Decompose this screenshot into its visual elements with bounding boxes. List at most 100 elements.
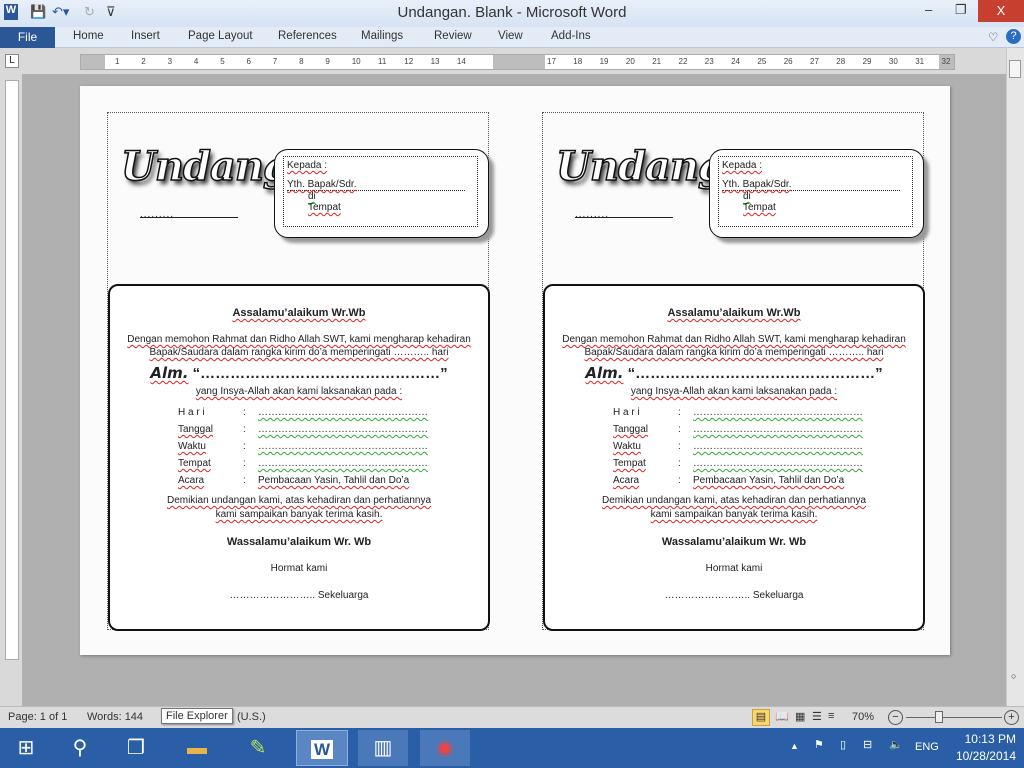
- close-button[interactable]: X: [978, 0, 1024, 22]
- tab-insert[interactable]: Insert: [131, 30, 160, 42]
- window-title: Undangan. Blank - Microsoft Word: [397, 4, 627, 21]
- detail-colon: :: [678, 458, 681, 469]
- tab-home[interactable]: Home: [73, 30, 104, 42]
- word-count[interactable]: Words: 144: [87, 711, 143, 723]
- ruler-number: 27: [810, 57, 819, 66]
- volume-icon[interactable]: 🔈: [889, 738, 903, 751]
- vertical-scrollbar[interactable]: ○: [1006, 48, 1024, 706]
- recipient-box: Kepada : Yth. Bapak/Sdr. di Tempat: [709, 149, 924, 238]
- minimize-button[interactable]: –: [925, 2, 932, 17]
- ruler-number: 24: [731, 57, 740, 66]
- tab-review[interactable]: Review: [434, 30, 472, 42]
- print-layout-icon[interactable]: ▤: [752, 709, 770, 726]
- detail-value: Pembacaan Yasin, Tahlil dan Do’a: [693, 475, 845, 486]
- ruler-number: 23: [704, 57, 714, 66]
- ruler-number: 11: [378, 57, 387, 66]
- detail-label: Waktu: [613, 441, 641, 452]
- detail-value: ……………………………………………: [258, 424, 428, 435]
- action-center-icon[interactable]: ⚑: [814, 738, 824, 751]
- search-icon[interactable]: ⚲: [58, 730, 102, 766]
- zoom-out-button[interactable]: −: [888, 710, 903, 725]
- closing-line-1: Demikian undangan kami, atas kehadiran d…: [601, 495, 867, 506]
- collapse-ribbon-icon[interactable]: ♡: [988, 30, 998, 44]
- draft-icon[interactable]: ≡: [828, 710, 834, 722]
- detail-row: Acara : Pembacaan Yasin, Tahlil dan Do’a: [178, 475, 438, 486]
- clock-date[interactable]: 10/28/2014: [948, 749, 1016, 763]
- zoom-level[interactable]: 70%: [852, 711, 874, 723]
- detail-value: ……………………………………………: [258, 458, 428, 469]
- horizontal-ruler[interactable]: 1 2 3 4 5 6 7 8 9 10 11 12 13 14 17 18 19 20 21 22 23 24 25 26…: [80, 54, 955, 70]
- tab-add-ins[interactable]: Add-Ins: [551, 30, 591, 42]
- ruler-number: 10: [351, 57, 361, 66]
- signature: …………………….. Sekeluarga: [664, 590, 804, 601]
- zoom-slider-thumb[interactable]: [935, 711, 943, 723]
- tempat-label: Tempat: [743, 202, 776, 213]
- show-hidden-icons[interactable]: ▲: [790, 741, 799, 751]
- web-layout-icon[interactable]: ▦: [795, 710, 805, 723]
- start-windows-icon[interactable]: ⊞: [4, 730, 48, 766]
- hormat-kami: Hormat kami: [705, 563, 763, 574]
- help-button[interactable]: ?: [1006, 29, 1021, 44]
- battery-icon[interactable]: ▯: [840, 738, 846, 751]
- zoom-slider[interactable]: [906, 717, 1002, 718]
- ruler-number: 7: [272, 57, 278, 66]
- ruler-number: 5: [220, 57, 225, 66]
- restore-button[interactable]: ❐: [955, 2, 967, 18]
- invitation-body: Assalamu’alaikum Wr.Wb Dengan memohon Ra…: [108, 284, 490, 631]
- network-icon[interactable]: ⊟: [863, 738, 872, 751]
- ruler-number: 32: [941, 57, 951, 66]
- language-indicator[interactable]: (U.S.): [237, 711, 266, 723]
- task-view-icon[interactable]: ❐: [114, 730, 158, 766]
- detail-label: Tanggal: [613, 424, 649, 435]
- detail-value: ……………………………………………: [693, 458, 863, 469]
- ruler-number: 3: [167, 57, 173, 66]
- intro-line-1: Dengan memohon Rahmat dan Ridho Allah SW…: [127, 334, 471, 345]
- app-window-icon[interactable]: ▥: [358, 730, 408, 766]
- schedule-intro: yang Insya-Allah akan kami laksanakan pa…: [195, 386, 403, 397]
- ribbon-tabs: File Home Insert Page Layout References …: [0, 27, 1024, 48]
- browse-object-icon[interactable]: ○: [1011, 671, 1016, 681]
- notepad-icon[interactable]: ✎: [236, 730, 280, 766]
- ruler-number: 4: [193, 57, 199, 66]
- tab-references[interactable]: References: [278, 30, 337, 42]
- tempat-label: Tempat: [308, 202, 341, 213]
- tab-view[interactable]: View: [498, 30, 523, 42]
- file-explorer-icon[interactable]: ▬: [175, 730, 219, 766]
- page-count[interactable]: Page: 1 of 1: [8, 711, 67, 723]
- detail-value: ……………………………………………: [693, 441, 863, 452]
- document-page[interactable]: Undangan ........, .....................…: [80, 86, 950, 655]
- detail-value: Pembacaan Yasin, Tahlil dan Do’a: [258, 475, 410, 486]
- detail-value: ……………………………………………: [258, 441, 428, 452]
- ruler-number: 13: [430, 57, 440, 66]
- scroll-thumb[interactable]: [1009, 60, 1021, 78]
- signature: …………………….. Sekeluarga: [229, 590, 369, 601]
- intro-line-1: Dengan memohon Rahmat dan Ridho Allah SW…: [562, 334, 906, 345]
- detail-row: Tanggal : ……………………………………………: [613, 424, 873, 435]
- full-screen-reading-icon[interactable]: 📖: [775, 710, 789, 723]
- ruler-number: 18: [573, 57, 583, 66]
- intro-line-2: Bapak/Saudara dalam rangka kirim do’a me…: [584, 347, 884, 358]
- detail-label: Tempat: [613, 458, 646, 469]
- di-label: di: [743, 191, 751, 202]
- detail-value: ……………………………………………: [258, 407, 428, 418]
- detail-value: ……………………………………………: [693, 424, 863, 435]
- kepada-label: Kepada :: [287, 160, 328, 171]
- ruler-number: 17: [547, 57, 556, 66]
- tab-selector[interactable]: L: [5, 54, 19, 68]
- ruler-number: 31: [915, 57, 925, 66]
- farewell: Wassalamu’alaikum Wr. Wb: [661, 536, 807, 548]
- detail-colon: :: [678, 475, 681, 486]
- chrome-icon[interactable]: ◉: [420, 730, 470, 766]
- zoom-in-button[interactable]: +: [1004, 710, 1019, 725]
- vertical-ruler[interactable]: [5, 80, 19, 660]
- outline-icon[interactable]: ☰: [812, 710, 822, 723]
- tab-mailings[interactable]: Mailings: [361, 30, 403, 42]
- input-language[interactable]: ENG: [915, 741, 939, 753]
- tab-page-layout[interactable]: Page Layout: [188, 30, 253, 42]
- tab-file[interactable]: File: [0, 27, 55, 48]
- closing-line-2: kami sampaikan banyak terima kasih.: [215, 509, 383, 520]
- recipient-box: Kepada : Yth. Bapak/Sdr. di Tempat: [274, 149, 489, 238]
- clock-time[interactable]: 10:13 PM: [954, 732, 1016, 746]
- word-taskbar-icon[interactable]: W: [296, 730, 348, 766]
- deceased-name: “…………………………………………”: [192, 365, 448, 382]
